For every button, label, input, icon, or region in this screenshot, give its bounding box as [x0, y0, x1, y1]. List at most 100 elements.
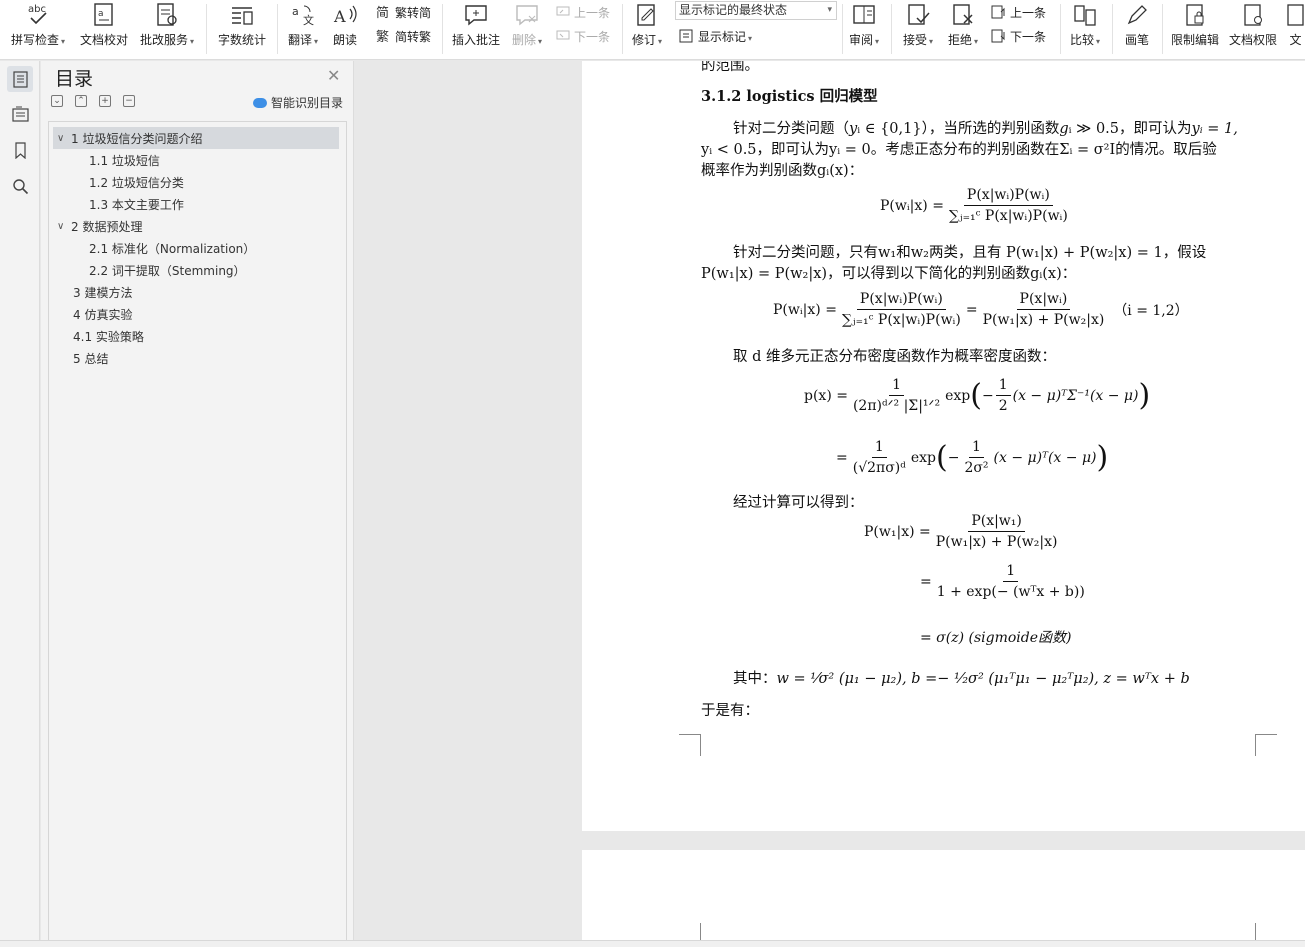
next-change-button[interactable]: 下一条	[991, 26, 1046, 46]
simp-to-trad-icon: 繁	[376, 29, 389, 44]
add-heading-icon[interactable]: +	[99, 95, 111, 107]
document-page[interactable]	[582, 850, 1305, 940]
expand-all-icon[interactable]: ⌃	[75, 95, 87, 107]
paragraph-line: P(w₁|x) = P(w₂|x)，可以得到以下简化的判别函数gᵢ(x)：	[701, 266, 1077, 282]
accept-button[interactable]: 接受	[899, 0, 937, 58]
document-page[interactable]: 的范围。 3.1.2 logistics 回归模型 针对二分类问题（yᵢ ∈ {…	[582, 61, 1305, 831]
accept-icon	[905, 2, 931, 28]
ribbon-divider	[1112, 4, 1113, 54]
document-icon	[1286, 2, 1305, 28]
delete-comment-button[interactable]: 删除	[509, 0, 545, 58]
smart-toc-button[interactable]: 智能识别目录	[253, 94, 343, 111]
equation-sigmoid: = σ(z) (sigmoide函数)	[920, 630, 1072, 646]
cut-off-line: 的范围。	[701, 61, 759, 74]
svg-text:a: a	[292, 5, 299, 18]
toc-item-1-2[interactable]: 1.2 垃圾短信分类	[89, 171, 184, 193]
structure-pane-icon[interactable]	[7, 101, 33, 127]
document-area[interactable]: 的范围。 3.1.2 logistics 回归模型 针对二分类问题（yᵢ ∈ {…	[355, 61, 1305, 940]
markup-state-select[interactable]: 显示标记的最终状态 ▾	[675, 1, 837, 20]
chevron-down-icon: ▾	[827, 5, 832, 15]
toc-item-1-1[interactable]: 1.1 垃圾短信	[89, 149, 160, 171]
toc-item-2[interactable]: ∨ 2 数据预处理	[57, 215, 142, 237]
close-icon[interactable]: ✕	[327, 66, 340, 85]
toc-item-1[interactable]: ∨ 1 垃圾短信分类问题介绍	[53, 127, 339, 149]
trad-to-simp-icon: 简	[376, 5, 389, 20]
search-icon[interactable]	[7, 173, 33, 199]
show-markup-icon	[679, 29, 693, 43]
ribbon-divider	[842, 4, 843, 54]
remove-heading-icon[interactable]: −	[123, 95, 135, 107]
simp-to-trad-button[interactable]: 繁 简转繁	[376, 26, 431, 46]
equation-normal-density-simplified: = 1 (√2πσ)ᵈ exp ( − 1 2σ² (x − μ)ᵀ(x − μ) …	[836, 439, 1109, 476]
equation-simplified: P(wᵢ|x) = P(x|wᵢ)P(wᵢ) ∑ⱼ₌₁ᶜ P(x|wᵢ)P(wᵢ)…	[773, 291, 1189, 328]
crop-mark	[1255, 734, 1277, 756]
pen-icon	[1124, 2, 1150, 28]
toc-item-2-2[interactable]: 2.2 词干提取（Stemming）	[89, 259, 246, 281]
toc-item-5[interactable]: 5 总结	[73, 347, 108, 369]
prev-change-icon	[991, 5, 1005, 19]
ink-button[interactable]: 画笔	[1118, 0, 1156, 58]
spell-check-icon: abc	[25, 2, 51, 28]
crop-mark	[679, 734, 701, 756]
collapse-all-icon[interactable]: ⌄	[51, 95, 63, 107]
read-aloud-button[interactable]: A 朗读	[328, 0, 362, 58]
trad-to-simp-button[interactable]: 简 繁转简	[376, 2, 431, 22]
paragraph-line: 针对二分类问题，只有w₁和w₂两类，且有 P(w₁|x) + P(w₂|x) =…	[733, 245, 1207, 261]
review-ribbon: abc 拼写检查 a 文档校对 批改服务 字数统计 a文 翻译 A 朗读	[0, 0, 1305, 60]
nav-icon-rail	[0, 61, 40, 940]
toc-item-4-1[interactable]: 4.1 实验策略	[73, 325, 144, 347]
reviewing-pane-button[interactable]: 审阅	[846, 0, 882, 58]
translate-button[interactable]: a文 翻译	[284, 0, 322, 58]
ribbon-divider	[206, 4, 207, 54]
word-count-button[interactable]: 字数统计	[214, 0, 270, 58]
insert-comment-button[interactable]: 插入批注	[450, 0, 502, 58]
toc-item-2-1[interactable]: 2.1 标准化（Normalization）	[89, 237, 255, 259]
toc-item-4[interactable]: 4 仿真实验	[73, 303, 132, 325]
reject-icon	[950, 2, 976, 28]
track-changes-icon	[634, 2, 660, 28]
paragraph-line: 经过计算可以得到：	[733, 495, 864, 511]
word-count-icon	[229, 2, 255, 28]
review-service-icon	[154, 2, 180, 28]
cloud-icon	[253, 97, 267, 108]
ribbon-divider	[1060, 4, 1061, 54]
restrict-edit-button[interactable]: 限制编辑	[1168, 0, 1222, 58]
doc-proof-icon: a	[91, 2, 117, 28]
reviewing-pane-icon	[851, 2, 877, 28]
paragraph-line: 于是有：	[701, 703, 759, 719]
bookmark-icon[interactable]	[7, 137, 33, 163]
read-aloud-icon: A	[332, 2, 358, 28]
prev-change-button[interactable]: 上一条	[991, 2, 1046, 22]
compare-button[interactable]: 比较	[1066, 0, 1104, 58]
chevron-down-icon: ∨	[57, 132, 65, 144]
toc-item-3[interactable]: 3 建模方法	[73, 281, 132, 303]
doc-proof-button[interactable]: a 文档校对	[78, 0, 130, 58]
equation-posterior: P(wᵢ|x) = P(x|wᵢ)P(wᵢ) ∑ⱼ₌₁ᶜ P(x|wᵢ)P(wᵢ)	[880, 187, 1068, 224]
paragraph-line: 其中：w = ¹⁄σ² (μ₁ − μ₂), b =− ¹⁄₂σ² (μ₁ᵀμ₁…	[733, 671, 1190, 687]
translate-icon: a文	[290, 2, 316, 28]
toc-title: 目录	[55, 68, 94, 90]
toc-pane-icon[interactable]	[7, 66, 33, 92]
svg-text:a: a	[98, 9, 104, 19]
doc-more-button[interactable]: 文	[1286, 0, 1305, 58]
lock-document-icon	[1182, 2, 1208, 28]
toc-panel: 目录 ✕ ⌄ ⌃ + − 智能识别目录 ∨ 1 垃圾短信分类问题介绍 1.1 垃…	[41, 61, 354, 941]
crop-mark	[679, 923, 701, 940]
reject-button[interactable]: 拒绝	[944, 0, 982, 58]
compare-icon	[1072, 2, 1098, 28]
status-bar	[0, 940, 1305, 947]
ribbon-divider	[277, 4, 278, 54]
next-comment-button[interactable]: 下一条	[555, 26, 610, 46]
show-markup-button[interactable]: 显示标记	[679, 26, 752, 46]
prev-comment-button[interactable]: 上一条	[555, 2, 610, 22]
track-changes-button[interactable]: 修订	[628, 0, 666, 58]
paragraph-line: yᵢ < 0.5，即可认为yᵢ = 0。考虑正态分布的判别函数在Σᵢ = σ²I…	[701, 142, 1217, 158]
prev-comment-icon	[556, 6, 570, 16]
spell-check-button[interactable]: abc 拼写检查	[8, 0, 68, 58]
doc-permission-button[interactable]: 文档权限	[1226, 0, 1280, 58]
ribbon-divider	[622, 4, 623, 54]
paragraph-line: 概率作为判别函数gᵢ(x)：	[701, 163, 864, 179]
review-service-button[interactable]: 批改服务	[137, 0, 197, 58]
toc-item-1-3[interactable]: 1.3 本文主要工作	[89, 193, 184, 215]
paragraph-line: 取 d 维多元正态分布密度函数作为概率密度函数：	[733, 349, 1056, 365]
